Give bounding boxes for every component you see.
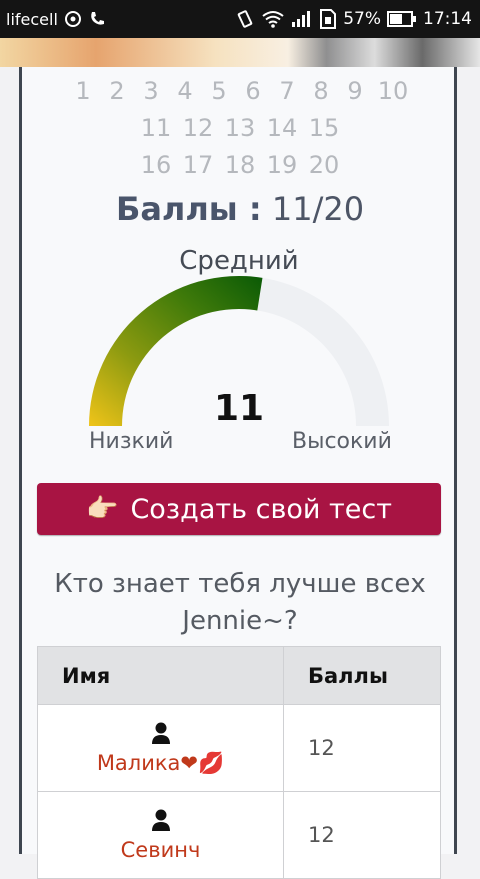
page-link[interactable]: 5 [206, 77, 232, 105]
page-link[interactable]: 2 [104, 77, 130, 105]
create-quiz-button[interactable]: 👉🏻 Создать свой тест [37, 483, 441, 535]
leaderboard-table: Имя Баллы Малика❤💋 12 Севинч 12 [37, 646, 441, 879]
leaderboard-title: Кто знает тебя лучше всех Jennie~? [54, 569, 426, 636]
page-link[interactable]: 8 [308, 77, 334, 105]
clock: 17:14 [423, 9, 472, 29]
player-score: 12 [283, 791, 441, 879]
page-link[interactable]: 10 [376, 77, 410, 105]
status-bar: lifecell 57% 17:14 [0, 0, 480, 38]
table-row: Севинч 12 [37, 791, 441, 879]
pagination-row: 16 17 18 19 20 [0, 146, 480, 183]
create-quiz-label: Создать свой тест [130, 493, 392, 525]
page-link[interactable]: 7 [274, 77, 300, 105]
gauge-high-label: Высокий [292, 429, 392, 454]
page-link[interactable]: 16 [139, 151, 173, 179]
page-link[interactable]: 13 [223, 114, 257, 142]
column-header-name: Имя [37, 646, 284, 705]
score-value: 11/20 [271, 190, 365, 228]
score-line: Баллы : 11/20 [0, 190, 480, 228]
signal-icon [291, 10, 313, 28]
pagination-row: 11 12 13 14 15 [0, 109, 480, 146]
carrier-name: lifecell [6, 9, 58, 29]
battery-icon [387, 11, 417, 27]
table-row: Малика❤💋 12 [37, 704, 441, 792]
battery-percent: 57% [343, 9, 381, 29]
hotspot-icon [64, 10, 82, 28]
page-link[interactable]: 12 [181, 114, 215, 142]
person-icon [151, 808, 171, 836]
wifi-icon [261, 10, 285, 28]
page-link[interactable]: 3 [138, 77, 164, 105]
player-name: Малика❤💋 [96, 750, 225, 775]
name-cell: Севинч [37, 791, 284, 879]
page-link[interactable]: 11 [139, 114, 173, 142]
pagination-row: 1 2 3 4 5 6 7 8 9 10 [0, 72, 480, 109]
sim-icon [319, 9, 337, 29]
gauge-mid-label: Средний [179, 246, 299, 276]
page-link[interactable]: 17 [181, 151, 215, 179]
page-link[interactable]: 14 [265, 114, 299, 142]
vibrate-icon [235, 9, 255, 29]
page-link[interactable]: 15 [307, 114, 341, 142]
page-link[interactable]: 9 [342, 77, 368, 105]
header-image [0, 38, 480, 67]
page-link[interactable]: 20 [307, 151, 341, 179]
name-cell: Малика❤💋 [37, 704, 284, 792]
question-pagination: 1 2 3 4 5 6 7 8 9 10 11 12 13 14 15 16 1… [0, 72, 480, 183]
player-name: Севинч [120, 838, 201, 862]
phone-call-icon [88, 10, 106, 28]
gauge-value: 11 [213, 388, 265, 429]
page-link[interactable]: 18 [223, 151, 257, 179]
player-score: 12 [283, 704, 441, 792]
column-header-score: Баллы [283, 646, 441, 705]
page-link[interactable]: 4 [172, 77, 198, 105]
person-icon [151, 721, 171, 749]
page-link[interactable]: 1 [70, 77, 96, 105]
score-label: Баллы : [115, 190, 262, 228]
pointing-hand-icon: 👉🏻 [86, 494, 119, 524]
page-link[interactable]: 6 [240, 77, 266, 105]
gauge-low-label: Низкий [89, 429, 174, 454]
page-link[interactable]: 19 [265, 151, 299, 179]
table-header-row: Имя Баллы [37, 646, 441, 705]
